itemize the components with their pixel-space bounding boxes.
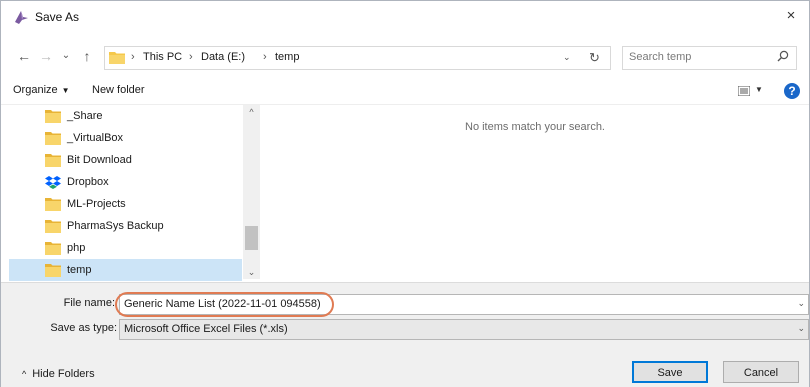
breadcrumb-this-pc[interactable]: This PC: [143, 51, 182, 63]
file-list-area[interactable]: No items match your search.: [262, 105, 808, 279]
save-as-type-dropdown-icon[interactable]: ⌄: [797, 323, 805, 334]
breadcrumb-separator: ›: [131, 51, 135, 63]
up-arrow-icon[interactable]: ↑: [80, 48, 94, 64]
save-button[interactable]: Save: [632, 361, 708, 383]
folder-icon: [45, 242, 61, 255]
sidebar-item-dropbox[interactable]: Dropbox: [9, 171, 242, 193]
sidebar-item-label: PharmaSys Backup: [67, 220, 164, 232]
sidebar-item-label: Bit Download: [67, 154, 132, 166]
scrollbar-thumb[interactable]: [245, 226, 258, 250]
sidebar-item-share[interactable]: _Share: [9, 105, 242, 127]
breadcrumb-data-e[interactable]: Data (E:): [201, 51, 245, 63]
sidebar-item-temp[interactable]: temp: [9, 259, 242, 281]
navigation-row: ← → ⌄ ↑ › This PC › Data (E:) › temp ⌄ ↻: [1, 42, 809, 72]
view-dropdown-icon[interactable]: ▼: [755, 85, 763, 94]
sidebar-item-label: temp: [67, 264, 92, 276]
save-options-panel: File name: Generic Name List (2022-11-01…: [1, 282, 809, 387]
folder-icon: [45, 220, 61, 233]
sidebar-item-label: _VirtualBox: [67, 132, 124, 144]
sidebar-item-bit-download[interactable]: Bit Download: [9, 149, 242, 171]
sidebar-item-php[interactable]: php: [9, 237, 242, 259]
refresh-icon[interactable]: ↻: [589, 50, 600, 66]
empty-results-message: No items match your search.: [465, 121, 605, 133]
folder-icon: [109, 52, 125, 64]
save-as-type-label: Save as type:: [50, 322, 117, 334]
breadcrumb-separator: ›: [189, 51, 193, 63]
save-as-dialog: Save As × ← → ⌄ ↑ › This PC › Data (E:) …: [0, 0, 810, 387]
sidebar-item-virtualbox[interactable]: _VirtualBox: [9, 127, 242, 149]
search-icon: [777, 50, 789, 62]
organize-caret-icon: ▼: [61, 86, 70, 95]
sidebar-item-label: php: [67, 242, 86, 254]
save-as-type-select[interactable]: Microsoft Office Excel Files (*.xls) ⌄: [119, 319, 809, 340]
sidebar-item-pharmasys-backup[interactable]: PharmaSys Backup: [9, 215, 242, 237]
folder-icon: [45, 198, 61, 211]
scroll-down-icon[interactable]: ⌄: [243, 265, 260, 279]
address-bar[interactable]: › This PC › Data (E:) › temp ⌄ ↻: [104, 46, 611, 70]
sidebar-item-ml-projects[interactable]: ML-Projects: [9, 193, 242, 215]
organize-label: Organize: [13, 84, 58, 96]
window-title: Save As: [35, 10, 80, 24]
breadcrumb-separator: ›: [263, 51, 267, 63]
command-toolbar: Organize ▼ New folder ▼ ?: [1, 79, 809, 105]
app-icon: [15, 11, 28, 24]
folder-icon: [45, 132, 61, 145]
file-name-dropdown-icon[interactable]: ⌄: [797, 298, 805, 309]
view-options-icon[interactable]: [738, 86, 750, 96]
sidebar-item-label: ML-Projects: [67, 198, 126, 210]
hide-folders-toggle[interactable]: ^ Hide Folders: [22, 368, 95, 380]
hide-folders-label: Hide Folders: [32, 368, 95, 380]
search-box[interactable]: [622, 46, 797, 70]
close-button[interactable]: ×: [781, 6, 801, 26]
folder-icon: [45, 110, 61, 123]
folder-icon: [45, 154, 61, 167]
recent-locations-chevron-icon[interactable]: ⌄: [59, 48, 73, 64]
file-name-label: File name:: [63, 297, 115, 309]
dropbox-icon: [45, 176, 61, 189]
back-arrow-icon[interactable]: ←: [17, 48, 31, 64]
cancel-button[interactable]: Cancel: [723, 361, 799, 383]
chevron-up-icon: ^: [22, 369, 27, 379]
organize-menu[interactable]: Organize ▼: [13, 84, 70, 96]
new-folder-button[interactable]: New folder: [92, 84, 145, 96]
help-icon[interactable]: ?: [784, 83, 800, 99]
search-input[interactable]: [629, 50, 759, 64]
breadcrumb-temp[interactable]: temp: [275, 51, 299, 63]
sidebar-item-label: Dropbox: [67, 176, 109, 188]
sidebar-item-label: _Share: [67, 110, 103, 122]
nav-pane-scrollbar[interactable]: ^ ⌄: [243, 105, 260, 279]
save-as-type-value: Microsoft Office Excel Files (*.xls): [124, 323, 288, 335]
folder-icon: [45, 264, 61, 277]
highlight-outline: [115, 292, 334, 317]
navigation-pane: _Share _VirtualBox Bit Download Dropbox …: [9, 105, 260, 281]
title-bar: Save As ×: [1, 1, 809, 32]
address-dropdown-icon[interactable]: ⌄: [563, 52, 571, 63]
scroll-up-icon[interactable]: ^: [243, 105, 260, 119]
forward-arrow-icon[interactable]: →: [39, 48, 53, 64]
